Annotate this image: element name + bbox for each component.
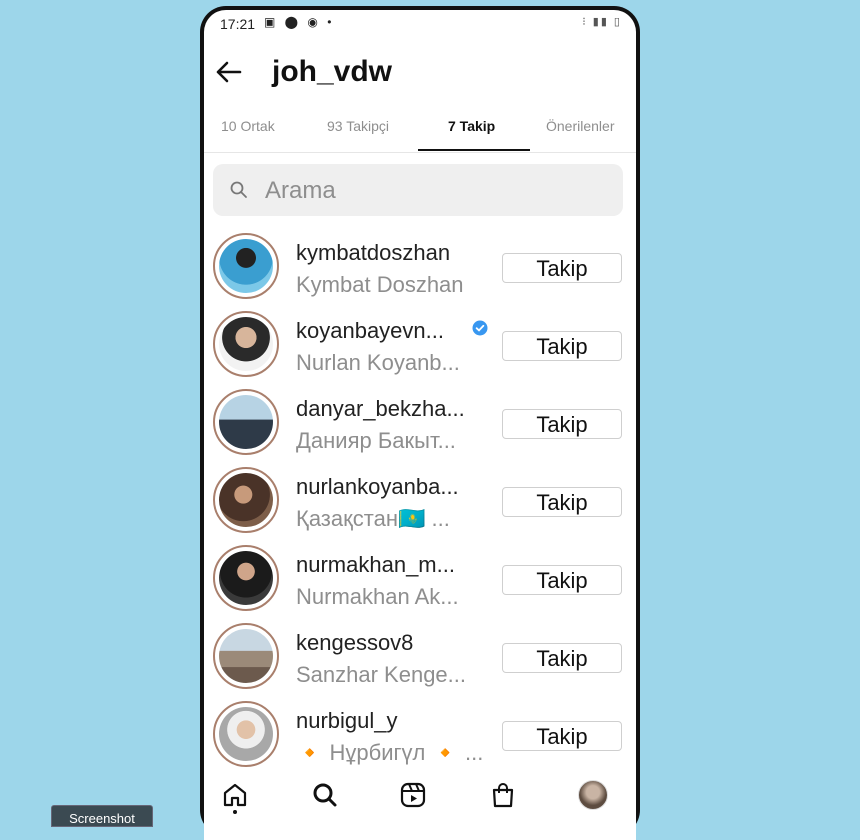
- avatar-ring[interactable]: [213, 467, 279, 533]
- search-icon[interactable]: [310, 780, 340, 810]
- tab-bar: 10 Ortak 93 Takipçi 7 Takip Önerilenler: [204, 110, 636, 153]
- full-name: 🔸 Нұрбигүл 🔸 ...: [296, 740, 484, 765]
- username[interactable]: nurmakhan_m...: [296, 552, 455, 578]
- full-name: Қазақстан🇰🇿 ...: [296, 506, 450, 531]
- list-item[interactable]: nurlankoyanba... Қазақстан🇰🇿 ... Takip: [204, 466, 636, 536]
- list-item[interactable]: kengessov8 Sanzhar Kenge... Takip: [204, 622, 636, 692]
- follow-button[interactable]: Takip: [502, 721, 622, 751]
- username[interactable]: nurlankoyanba...: [296, 474, 459, 500]
- bottom-nav: [204, 768, 636, 824]
- tab-suggested[interactable]: Önerilenler: [546, 118, 614, 134]
- avatar: [219, 551, 273, 605]
- username[interactable]: koyanbayevn...: [296, 318, 444, 344]
- active-indicator: [233, 810, 237, 814]
- tab-mutual[interactable]: 10 Ortak: [221, 118, 275, 134]
- follow-button[interactable]: Takip: [502, 253, 622, 283]
- follow-button[interactable]: Takip: [502, 643, 622, 673]
- full-name: Nurmakhan Ak...: [296, 584, 459, 609]
- list-item[interactable]: nurbigul_y 🔸 Нұрбигүл 🔸 ... Takip: [204, 700, 636, 770]
- avatar-ring[interactable]: [213, 233, 279, 299]
- status-time: 17:21: [220, 16, 256, 32]
- tab-followers[interactable]: 93 Takipçi: [327, 118, 389, 134]
- avatar-ring[interactable]: [213, 389, 279, 455]
- search-bar: [213, 164, 623, 216]
- tab-following[interactable]: 7 Takip: [448, 118, 495, 134]
- username[interactable]: kymbatdoszhan: [296, 240, 450, 266]
- profile-avatar[interactable]: [578, 780, 608, 810]
- shop-icon[interactable]: [488, 780, 518, 810]
- reels-icon[interactable]: [398, 780, 428, 810]
- avatar-ring[interactable]: [213, 623, 279, 689]
- username[interactable]: nurbigul_y: [296, 708, 398, 734]
- avatar: [219, 239, 273, 293]
- avatar: [219, 707, 273, 761]
- follow-button[interactable]: Takip: [502, 565, 622, 595]
- page-title: joh_vdw: [272, 55, 393, 88]
- avatar-ring[interactable]: [213, 701, 279, 767]
- avatar: [219, 395, 273, 449]
- list-item[interactable]: danyar_bekzha... Данияр Бакыт... Takip: [204, 388, 636, 458]
- verified-badge-icon: [472, 320, 488, 336]
- list-item[interactable]: kymbatdoszhan Kymbat Doszhan Takip: [204, 232, 636, 302]
- search-icon: [229, 180, 249, 200]
- status-bar: 17:21 ▣ ⬤ ◉ • ⁝ ▮▮ ▯: [204, 10, 636, 36]
- list-item[interactable]: nurmakhan_m... Nurmakhan Ak... Takip: [204, 544, 636, 614]
- avatar: [219, 473, 273, 527]
- username[interactable]: danyar_bekzha...: [296, 396, 465, 422]
- arrow-left-icon[interactable]: [210, 52, 250, 92]
- header: joh_vdw: [204, 50, 636, 100]
- search-input[interactable]: [263, 174, 607, 208]
- follow-button[interactable]: Takip: [502, 487, 622, 517]
- full-name: Kymbat Doszhan: [296, 272, 464, 297]
- active-tab-indicator: [418, 149, 530, 151]
- username[interactable]: kengessov8: [296, 630, 413, 656]
- list-item[interactable]: koyanbayevn... Nurlan Koyanb... Takip: [204, 310, 636, 380]
- avatar: [219, 629, 273, 683]
- full-name: Nurlan Koyanb...: [296, 350, 460, 375]
- full-name: Данияр Бакыт...: [296, 428, 456, 453]
- home-icon[interactable]: [220, 780, 250, 814]
- follow-button[interactable]: Takip: [502, 409, 622, 439]
- follow-button[interactable]: Takip: [502, 331, 622, 361]
- avatar-ring[interactable]: [213, 311, 279, 377]
- avatar: [219, 317, 273, 371]
- full-name: Sanzhar Kenge...: [296, 662, 467, 687]
- app-screen: 17:21 ▣ ⬤ ◉ • ⁝ ▮▮ ▯ joh_vdw 10 Ortak 93…: [204, 10, 636, 840]
- signal-battery-icons: ⁝ ▮▮ ▯: [582, 16, 622, 28]
- screenshot-label: Screenshot: [51, 805, 153, 827]
- avatar-ring[interactable]: [213, 545, 279, 611]
- notification-icons: ▣ ⬤ ◉ •: [264, 15, 335, 29]
